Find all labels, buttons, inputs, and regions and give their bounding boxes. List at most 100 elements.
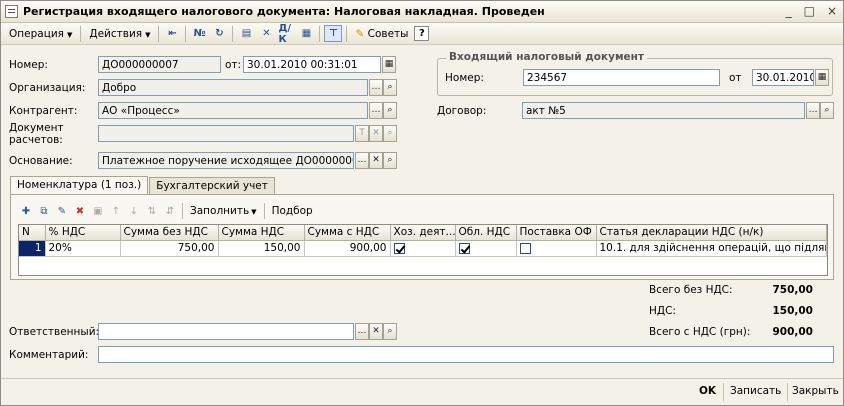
col-vat-rate[interactable]: % НДС (45, 225, 121, 241)
organization-search-button[interactable]: ⌕ (383, 79, 397, 96)
tab-nomenclature[interactable]: Номенклатура (1 поз.) (10, 176, 149, 195)
cell-decl-article[interactable]: 10.1. для здійснення операцій, що підляг… (596, 240, 827, 257)
actions-menu[interactable]: Действия ▼ (84, 26, 155, 42)
calendar-button[interactable]: ▦ (382, 56, 396, 73)
organization-field[interactable]: Добро (98, 79, 368, 96)
post-icon[interactable]: ▤ (237, 25, 255, 42)
total-with-vat-value: 900,00 (772, 326, 813, 338)
col-decl-article[interactable]: Статья декларации НДС (н/к) (596, 225, 827, 241)
basis-clear-button[interactable]: ✕ (369, 152, 383, 169)
responsible-clear-button[interactable]: ✕ (369, 323, 383, 340)
basis-field[interactable]: Платежное поручение исходящее ДО00000000… (98, 152, 354, 169)
settlement-doc-field[interactable] (98, 125, 354, 142)
responsible-field[interactable] (98, 323, 354, 340)
document-window: Регистрация входящего налогового докумен… (0, 0, 844, 406)
delete-row-icon[interactable]: ✖ (71, 203, 89, 219)
edit-row-icon[interactable]: ✎ (53, 203, 71, 219)
number-field[interactable]: ДО000000007 (98, 56, 221, 73)
cell-n[interactable]: 1 (19, 240, 46, 257)
debit-credit-icon[interactable]: Д/К (277, 23, 295, 45)
help-button[interactable]: ? (414, 26, 430, 41)
move-up-icon[interactable]: ↑ (107, 203, 125, 219)
tab-accounting[interactable]: Бухгалтерский учет (149, 177, 275, 195)
contract-search-button[interactable]: ⌕ (820, 102, 834, 119)
fill-menu[interactable]: Заполнить ▼ (186, 205, 261, 217)
end-edit-icon[interactable]: ▣ (89, 203, 107, 219)
calendar-button[interactable]: ▦ (815, 69, 829, 86)
date-field[interactable]: 30.01.2010 00:31:01 (243, 56, 381, 73)
in-number-field[interactable]: 234567 (523, 69, 720, 86)
cell-vat-sum[interactable]: 150,00 (218, 240, 305, 257)
organization-select-button[interactable]: … (369, 79, 383, 96)
econ-activity-checkbox[interactable] (393, 242, 405, 254)
main-toolbar: Операция ▼ Действия ▼ ⇤ № ↻ ▤ ✕ Д/К ▦ ⊤ ✎ … (1, 23, 843, 45)
col-econ-activity[interactable]: Хоз. деят... (390, 225, 456, 241)
search-icon: ⌕ (387, 82, 393, 92)
select-button[interactable]: Подбор (268, 205, 317, 217)
minimize-button[interactable]: _ (786, 4, 792, 18)
unpost-icon[interactable]: ✕ (257, 25, 275, 42)
responsible-label: Ответственный: (9, 326, 100, 338)
sort-asc-icon[interactable]: ⇅ (143, 203, 161, 219)
from-label: от: (225, 59, 242, 71)
col-sum-with-vat[interactable]: Сумма с НДС (304, 225, 391, 241)
search-icon: ⌕ (824, 105, 830, 115)
in-number-label: Номер: (445, 72, 484, 84)
total-vat-value: 150,00 (772, 305, 813, 317)
go-to-icon[interactable]: ⇤ (163, 25, 181, 42)
total-wo-vat-value: 750,00 (772, 284, 813, 296)
hierarchy-icon[interactable]: ⊤ (324, 25, 343, 42)
save-button[interactable]: Записать (730, 385, 781, 397)
table-row[interactable]: 1 20% 750,00 150,00 900,00 10.1. для зді… (19, 240, 827, 257)
comment-field[interactable] (98, 346, 834, 363)
vat-taxable-checkbox[interactable] (458, 242, 470, 254)
responsible-select-button[interactable]: … (355, 323, 369, 340)
advice-button[interactable]: ✎ Советы (350, 26, 413, 42)
clear-icon: ✕ (372, 155, 380, 165)
sort-desc-icon[interactable]: ⇵ (161, 203, 179, 219)
tab-strip: Номенклатура (1 поз.) Бухгалтерский учет (10, 176, 276, 195)
col-fixed-asset[interactable]: Поставка ОФ (516, 225, 597, 241)
maximize-button[interactable]: □ (804, 4, 815, 18)
cell-vat-taxable[interactable] (455, 240, 517, 257)
type-icon[interactable]: T (355, 125, 369, 142)
col-n[interactable]: N (19, 225, 46, 241)
counterparty-select-button[interactable]: … (369, 102, 383, 119)
counterparty-field[interactable]: АО «Процесс» (98, 102, 368, 119)
move-down-icon[interactable]: ↓ (125, 203, 143, 219)
counterparty-search-button[interactable]: ⌕ (383, 102, 397, 119)
in-date-field[interactable]: 30.01.2010 (752, 69, 814, 86)
close-button[interactable]: Закрыть (792, 385, 839, 397)
contract-select-button[interactable]: … (806, 102, 820, 119)
advice-icon: ✎ (355, 27, 365, 40)
close-window-button[interactable]: × (827, 4, 837, 18)
clear-icon[interactable]: ✕ (369, 125, 383, 142)
cell-sum-with-vat[interactable]: 900,00 (304, 240, 391, 257)
col-vat-taxable[interactable]: Обл. НДС (455, 225, 517, 241)
add-row-icon[interactable]: ✚ (17, 203, 35, 219)
col-sum-wo-vat[interactable]: Сумма без НДС (120, 225, 219, 241)
total-vat-label: НДС: (649, 305, 676, 317)
footer-separator (787, 383, 788, 401)
edit-number-icon[interactable]: № (190, 25, 208, 42)
copy-row-icon[interactable]: ⧉ (35, 203, 53, 219)
search-icon[interactable]: ⌕ (383, 125, 397, 142)
basis-search-button[interactable]: ⌕ (383, 152, 397, 169)
operation-menu[interactable]: Операция ▼ (4, 26, 77, 42)
basis-select-button[interactable]: … (355, 152, 369, 169)
col-vat-sum[interactable]: Сумма НДС (218, 225, 305, 241)
fixed-asset-checkbox[interactable] (519, 242, 531, 254)
cell-vat-rate[interactable]: 20% (45, 240, 121, 257)
reread-icon[interactable]: ↻ (210, 25, 228, 42)
clear-icon: ✕ (372, 326, 380, 336)
cell-econ-activity[interactable] (390, 240, 456, 257)
grid-toolbar: ✚ ⧉ ✎ ✖ ▣ ↑ ↓ ⇅ ⇵ Заполнить ▼ Подбор (17, 202, 317, 220)
ok-button[interactable]: OK (699, 385, 716, 397)
dropdown-arrow-icon: ▼ (66, 30, 73, 39)
structure-icon[interactable]: ▦ (297, 25, 315, 42)
cell-fixed-asset[interactable] (516, 240, 597, 257)
toolbar-separator (263, 203, 265, 219)
cell-sum-wo-vat[interactable]: 750,00 (120, 240, 219, 257)
contract-field[interactable]: акт №5 (522, 102, 805, 119)
responsible-search-button[interactable]: ⌕ (383, 323, 397, 340)
